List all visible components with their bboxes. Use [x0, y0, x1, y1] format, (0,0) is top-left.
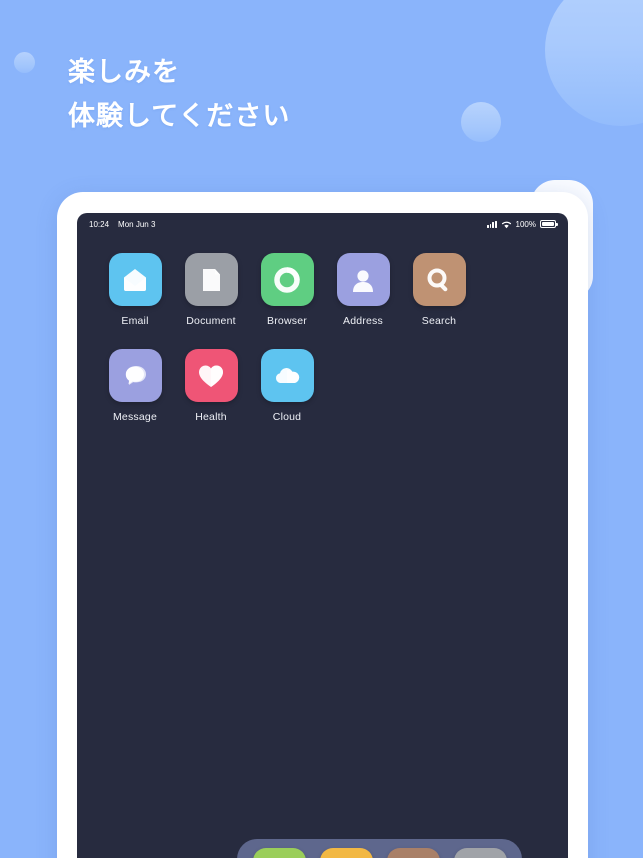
- status-bar: 10:24 Mon Jun 3 100%: [77, 213, 568, 235]
- dock: [237, 839, 522, 858]
- app-label: Email: [121, 315, 149, 327]
- status-date: Mon Jun 3: [118, 219, 156, 229]
- app-search[interactable]: Search: [401, 253, 477, 327]
- circle-ring-icon[interactable]: [260, 253, 314, 306]
- tablet-frame: 10:24 Mon Jun 3 100% Email Document Brow…: [57, 192, 588, 858]
- file-icon[interactable]: [184, 253, 238, 306]
- decorative-circle-medium: [461, 102, 501, 142]
- decorative-circle-large: [545, 0, 643, 126]
- page-headline: 楽しみを 体験してください: [68, 57, 291, 131]
- app-email[interactable]: Email: [97, 253, 173, 327]
- app-health[interactable]: Health: [173, 349, 249, 423]
- decorative-circle-small: [14, 52, 35, 73]
- app-grid: Email Document Browser Address Search Me…: [77, 253, 568, 445]
- app-label: Message: [112, 411, 157, 423]
- battery-icon: [540, 220, 558, 228]
- magnifier-icon[interactable]: [412, 253, 466, 306]
- app-address[interactable]: Address: [325, 253, 401, 327]
- app-label: Search: [421, 315, 457, 327]
- battery-percent-label: 100%: [515, 219, 536, 229]
- cloud-icon[interactable]: [260, 349, 314, 402]
- dock-add-button[interactable]: [386, 848, 440, 858]
- signal-bars-icon: [487, 220, 497, 228]
- dock-send-button[interactable]: [252, 848, 306, 858]
- dock-lock-button[interactable]: [453, 848, 507, 858]
- app-cloud[interactable]: Cloud: [249, 349, 325, 423]
- chat-bubble-icon[interactable]: [108, 349, 162, 402]
- tablet-screen: 10:24 Mon Jun 3 100% Email Document Brow…: [77, 213, 568, 858]
- person-icon[interactable]: [336, 253, 390, 306]
- status-bar-right: 100%: [487, 219, 558, 229]
- app-document[interactable]: Document: [173, 253, 249, 327]
- status-bar-left: 10:24 Mon Jun 3: [89, 220, 155, 229]
- app-message[interactable]: Message: [97, 349, 173, 423]
- envelope-icon[interactable]: [108, 253, 162, 306]
- app-label: Document: [186, 315, 236, 327]
- heart-icon[interactable]: [184, 349, 238, 402]
- app-label: Address: [343, 315, 383, 327]
- status-time: 10:24: [89, 219, 110, 229]
- app-label: Cloud: [272, 411, 302, 423]
- app-browser[interactable]: Browser: [249, 253, 325, 327]
- wifi-icon: [501, 220, 512, 229]
- app-label: Browser: [267, 315, 307, 327]
- dock-location-button[interactable]: [319, 848, 373, 858]
- app-label: Health: [195, 411, 227, 423]
